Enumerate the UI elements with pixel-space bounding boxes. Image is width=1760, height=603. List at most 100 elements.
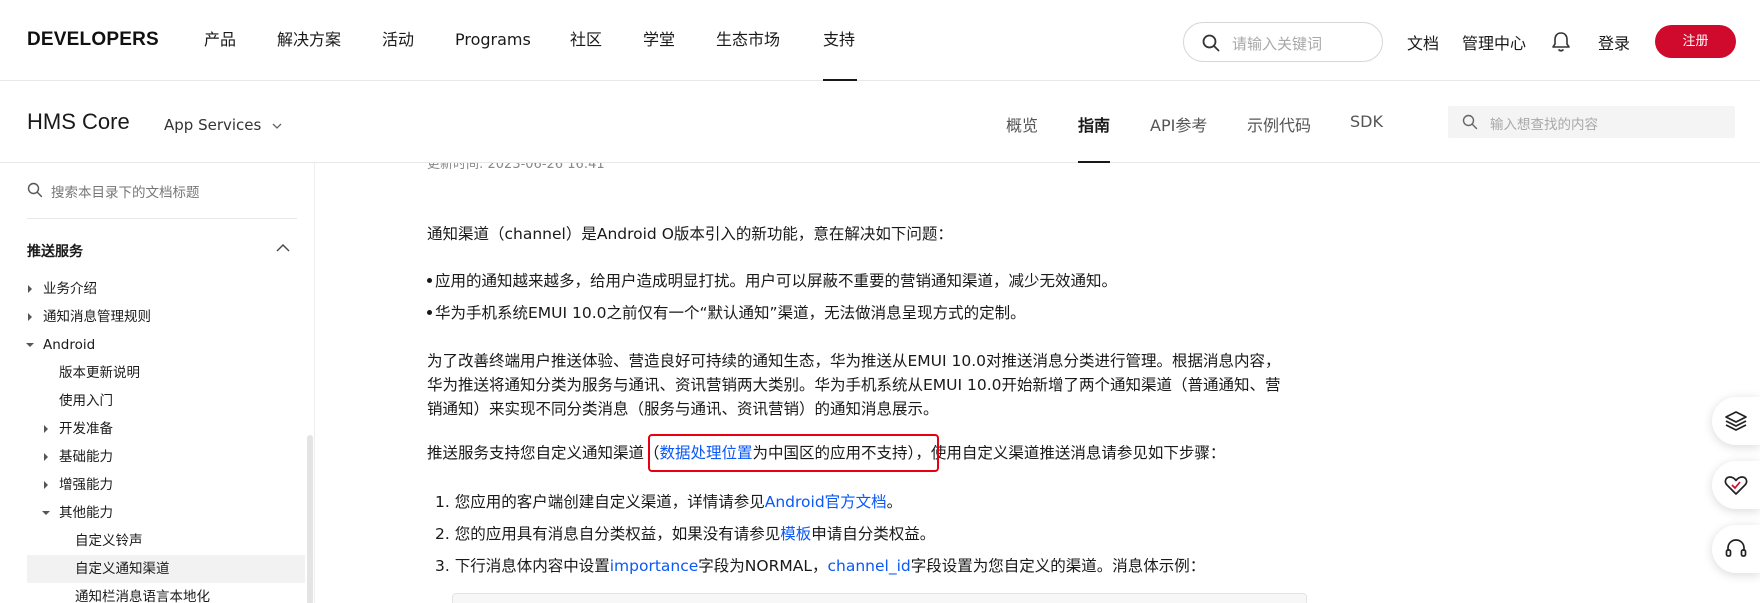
caret-right-icon [28, 285, 32, 293]
highlight-annotation-box [648, 434, 939, 472]
nav-item-academy[interactable]: 学堂 [643, 28, 675, 52]
sidebar-item-label: 自定义铃声 [75, 533, 143, 549]
sidebar-item-label: 通知消息管理规则 [43, 309, 151, 325]
developers-logo[interactable]: DEVELOPERS [27, 29, 159, 51]
step-item: 1. 您应用的客户端创建自定义渠道，详情请参见Android官方文档。 [435, 490, 902, 512]
tab-api-reference[interactable]: API参考 [1150, 112, 1207, 136]
importance-link[interactable]: importance [610, 557, 699, 575]
top-navigation: DEVELOPERS 产品 解决方案 活动 Programs 社区 学堂 生态市… [0, 0, 1760, 81]
sidebar-item-label: 使用入门 [59, 393, 113, 409]
nav-item-marketplace[interactable]: 生态市场 [716, 28, 780, 52]
sidebar-item-android[interactable]: Android [26, 331, 297, 359]
step-item: 2. 您的应用具有消息自分类权益，如果没有请参见模板申请自分类权益。 [435, 522, 935, 544]
nav-item-solutions[interactable]: 解决方案 [277, 28, 341, 52]
tab-guides[interactable]: 指南 [1078, 112, 1110, 136]
list-item: 华为手机系统EMUI 10.0之前仅有一个“默认通知”渠道，无法做消息呈现方式的… [427, 301, 1026, 323]
doc-sidebar: 搜索本目录下的文档标题 推送服务 业务介绍 通知消息管理规则 Android 版… [0, 163, 315, 603]
step-text: 字段为NORMAL， [698, 557, 828, 575]
code-block[interactable] [452, 593, 1307, 603]
search-icon [27, 182, 43, 198]
search-icon [1462, 114, 1478, 130]
nav-item-products[interactable]: 产品 [204, 28, 236, 52]
sidebar-item-label: 其他能力 [59, 505, 113, 521]
step-text: 您应用的客户端创建自定义渠道，详情请参见 [454, 493, 765, 511]
caret-down-icon [26, 343, 34, 347]
tab-overview[interactable]: 概览 [1006, 112, 1038, 136]
caret-right-icon [44, 425, 48, 433]
caret-down-icon [42, 511, 50, 515]
floating-support-button[interactable] [1712, 525, 1760, 573]
support-prefix: 推送服务支持您自定义通知渠道 [427, 444, 645, 462]
global-search-input[interactable]: 请输入关键词 [1183, 22, 1383, 62]
layers-icon [1725, 411, 1747, 431]
sidebar-item-release-notes[interactable]: 版本更新说明 [27, 359, 297, 387]
sidebar-item-getting-started[interactable]: 使用入门 [27, 387, 297, 415]
product-dropdown[interactable]: App Services [164, 116, 282, 134]
chevron-up-icon[interactable] [276, 244, 290, 252]
nav-item-programs[interactable]: Programs [455, 28, 531, 52]
step-number: 2. [435, 525, 455, 543]
caret-right-icon [44, 453, 48, 461]
step-number: 1. [435, 493, 455, 511]
sidebar-item-localization[interactable]: 通知栏消息语言本地化 [27, 583, 297, 603]
step-text: 字段设置为您自定义的渠道。消息体示例： [910, 557, 1206, 575]
sidebar-search-placeholder: 搜索本目录下的文档标题 [51, 185, 200, 201]
sidebar-divider [27, 218, 297, 219]
step-number: 3. [435, 557, 455, 575]
caret-right-icon [28, 313, 32, 321]
nav-item-community[interactable]: 社区 [570, 28, 602, 52]
step-text: 您的应用具有消息自分类权益，如果没有请参见 [454, 525, 781, 543]
search-placeholder: 请输入关键词 [1232, 35, 1323, 53]
intro-paragraph: 通知渠道（channel）是Android O版本引入的新功能，意在解决如下问题… [427, 225, 953, 243]
sidebar-item-label: 自定义通知渠道 [75, 561, 170, 577]
tab-sdk[interactable]: SDK [1350, 112, 1383, 131]
sidebar-item-custom-channel[interactable]: 自定义通知渠道 [27, 555, 305, 583]
sidebar-item-label: Android [43, 337, 96, 353]
list-item: 应用的通知越来越多，给用户造成明显打扰。用户可以屏蔽不重要的营销通知渠道，减少无… [426, 269, 1117, 291]
sidebar-item-dev-prep[interactable]: 开发准备 [27, 415, 297, 443]
step-item: 3. 下行消息体内容中设置importance字段为NORMAL，channel… [435, 554, 1205, 576]
login-link[interactable]: 登录 [1598, 30, 1630, 54]
register-button[interactable]: 注册 [1655, 25, 1736, 58]
sidebar-item-label: 开发准备 [59, 421, 113, 437]
chevron-down-icon [272, 123, 282, 129]
update-time: 更新时间: 2023-06-26 16:41 [427, 163, 605, 172]
floating-feedback-button[interactable] [1712, 461, 1760, 509]
sidebar-item-label: 通知栏消息语言本地化 [75, 589, 210, 603]
nav-item-events[interactable]: 活动 [382, 28, 414, 52]
doc-search-input[interactable]: 输入想查找的内容 [1448, 106, 1735, 138]
paragraph-line: 销通知）来实现不同分类消息（服务与通讯、资讯营销）的通知消息展示。 [427, 400, 939, 418]
android-docs-link[interactable]: Android官方文档 [765, 493, 887, 511]
sidebar-item-other-capabilities[interactable]: 其他能力 [27, 499, 297, 527]
bell-icon[interactable] [1551, 31, 1571, 53]
sidebar-search-input[interactable]: 搜索本目录下的文档标题 [27, 175, 297, 205]
sidebar-scrollbar[interactable] [307, 435, 313, 603]
sidebar-item-enhanced-capabilities[interactable]: 增强能力 [27, 471, 297, 499]
search-icon [1202, 34, 1220, 52]
sidebar-item-label: 增强能力 [59, 477, 113, 493]
support-suffix: ，使用自定义渠道推送消息请参见如下步骤： [915, 444, 1226, 462]
sidebar-item-custom-ringtone[interactable]: 自定义铃声 [27, 527, 297, 555]
sidebar-item-label: 基础能力 [59, 449, 113, 465]
docs-link[interactable]: 文档 [1407, 30, 1439, 54]
step-text: 申请自分类权益。 [811, 525, 936, 543]
nav-item-support[interactable]: 支持 [823, 28, 855, 52]
product-dropdown-label: App Services [164, 116, 262, 134]
sidebar-item-business-intro[interactable]: 业务介绍 [27, 275, 297, 303]
sidebar-item-notification-rules[interactable]: 通知消息管理规则 [27, 303, 297, 331]
heart-handshake-icon [1724, 476, 1748, 495]
tab-sample-code[interactable]: 示例代码 [1247, 112, 1311, 136]
console-link[interactable]: 管理中心 [1462, 30, 1526, 54]
sidebar-section-title[interactable]: 推送服务 [27, 241, 83, 261]
headset-icon [1725, 539, 1747, 557]
sidebar-item-label: 业务介绍 [43, 281, 97, 297]
template-link[interactable]: 模板 [780, 525, 811, 543]
doc-search-placeholder: 输入想查找的内容 [1490, 117, 1598, 133]
product-title[interactable]: HMS Core [27, 109, 130, 135]
doc-content: 更新时间: 2023-06-26 16:41 通知渠道（channel）是And… [315, 163, 1760, 603]
product-navigation: HMS Core App Services 概览 指南 API参考 示例代码 S… [0, 81, 1760, 163]
sidebar-item-basic-capabilities[interactable]: 基础能力 [27, 443, 297, 471]
floating-layers-button[interactable] [1712, 397, 1760, 445]
channel-id-link[interactable]: channel_id [827, 557, 910, 575]
step-text: 下行消息体内容中设置 [454, 557, 610, 575]
